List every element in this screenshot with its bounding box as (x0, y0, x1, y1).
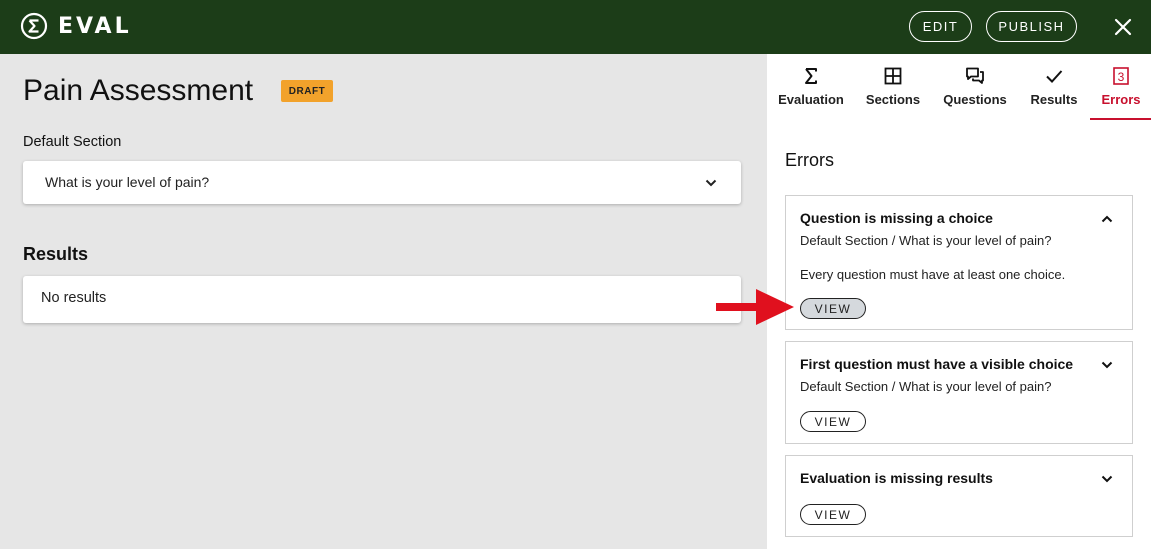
grid-icon (884, 67, 902, 85)
tab-evaluation[interactable]: Evaluation (778, 66, 844, 120)
error-card: First question must have a visible choic… (785, 341, 1133, 444)
chevron-up-icon[interactable] (1100, 212, 1114, 226)
error-description: Every question must have at least one ch… (800, 267, 1066, 282)
editor-main: Pain Assessment DRAFT Default Section Wh… (0, 54, 755, 549)
top-bar: EVAL EDIT PUBLISH (0, 0, 1151, 54)
question-card[interactable]: What is your level of pain? (23, 161, 741, 204)
error-card: Question is missing a choice Default Sec… (785, 195, 1133, 330)
view-button[interactable]: VIEW (800, 504, 866, 525)
status-badge: DRAFT (281, 80, 333, 102)
tab-label: Errors (1101, 92, 1141, 107)
edit-button[interactable]: EDIT (909, 11, 972, 42)
results-card: No results (23, 276, 741, 323)
app-logo[interactable]: EVAL (20, 12, 132, 40)
no-results-text: No results (41, 290, 107, 306)
error-path: Default Section / What is your level of … (800, 379, 1052, 394)
view-button[interactable]: VIEW (800, 298, 866, 319)
tab-label: Evaluation (778, 92, 844, 107)
tab-sections[interactable]: Sections (864, 66, 922, 120)
tab-questions[interactable]: Questions (943, 66, 1007, 120)
question-text: What is your level of pain? (45, 174, 210, 190)
chat-icon (966, 67, 984, 84)
page-title: Pain Assessment (23, 74, 254, 107)
logo-text: EVAL (58, 13, 132, 39)
chevron-down-icon[interactable] (1100, 358, 1114, 372)
tab-label: Questions (943, 92, 1007, 107)
active-tab-indicator (1090, 118, 1151, 120)
error-count-icon: 3 (1113, 67, 1129, 85)
error-count: 3 (1118, 70, 1125, 84)
sigma-logo-icon (20, 12, 48, 40)
error-title: Question is missing a choice (800, 210, 993, 226)
error-path: Default Section / What is your level of … (800, 233, 1052, 248)
annotation-arrow-icon (716, 289, 794, 325)
section-label: Default Section (23, 134, 122, 150)
error-title: First question must have a visible choic… (800, 356, 1074, 372)
tab-label: Sections (865, 92, 921, 107)
side-panel: Evaluation Sections Questions Results 3 … (767, 54, 1151, 549)
chevron-down-icon[interactable] (1100, 472, 1114, 486)
results-heading: Results (23, 244, 89, 264)
tab-errors[interactable]: 3 Errors (1097, 66, 1145, 120)
error-card: Evaluation is missing results VIEW (785, 455, 1133, 537)
chevron-down-icon[interactable] (704, 176, 718, 190)
panel-heading: Errors (785, 150, 834, 170)
tab-label: Results (1030, 92, 1078, 107)
close-icon[interactable] (1110, 14, 1136, 40)
error-title: Evaluation is missing results (800, 470, 993, 486)
publish-button[interactable]: PUBLISH (986, 11, 1077, 42)
tab-results[interactable]: Results (1028, 66, 1080, 120)
view-button[interactable]: VIEW (800, 411, 866, 432)
sigma-icon (805, 68, 817, 84)
check-icon (1046, 70, 1063, 83)
